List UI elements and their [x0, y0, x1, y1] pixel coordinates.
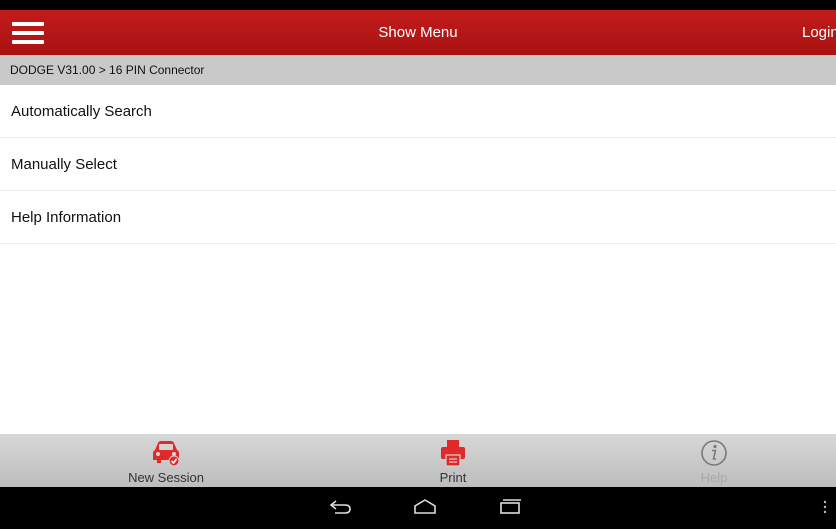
help-button[interactable]: Help: [654, 434, 774, 487]
menu-list: Automatically Search Manually Select Hel…: [0, 85, 836, 244]
print-button[interactable]: Print: [393, 434, 513, 487]
info-icon: [701, 440, 727, 466]
list-item-label: Help Information: [11, 209, 122, 226]
system-navigation-bar: [0, 487, 836, 529]
overflow-menu-icon[interactable]: [822, 499, 828, 515]
car-icon: [153, 441, 180, 467]
status-bar: [0, 0, 836, 10]
list-item-label: Manually Select: [11, 156, 117, 173]
help-label: Help: [700, 470, 728, 485]
new-session-button[interactable]: New Session: [106, 434, 226, 487]
printer-icon: [441, 440, 465, 467]
new-session-label: New Session: [128, 470, 204, 485]
list-item-help-information[interactable]: Help Information: [0, 191, 836, 244]
bottom-toolbar: New Session Print Help: [0, 434, 836, 487]
breadcrumb-text: DODGE V31.00 > 16 PIN Connector: [10, 63, 205, 77]
login-button[interactable]: Login: [802, 24, 836, 41]
list-item-automatically-search[interactable]: Automatically Search: [0, 85, 836, 138]
home-icon[interactable]: [412, 497, 438, 517]
list-item-label: Automatically Search: [11, 103, 152, 120]
breadcrumb: DODGE V31.00 > 16 PIN Connector: [0, 55, 836, 85]
page-title[interactable]: Show Menu: [0, 24, 836, 41]
recent-apps-icon[interactable]: [497, 497, 523, 517]
list-item-manually-select[interactable]: Manually Select: [0, 138, 836, 191]
print-label: Print: [439, 470, 467, 485]
app-header: Show Menu Login: [0, 10, 836, 55]
back-icon[interactable]: [328, 497, 354, 517]
